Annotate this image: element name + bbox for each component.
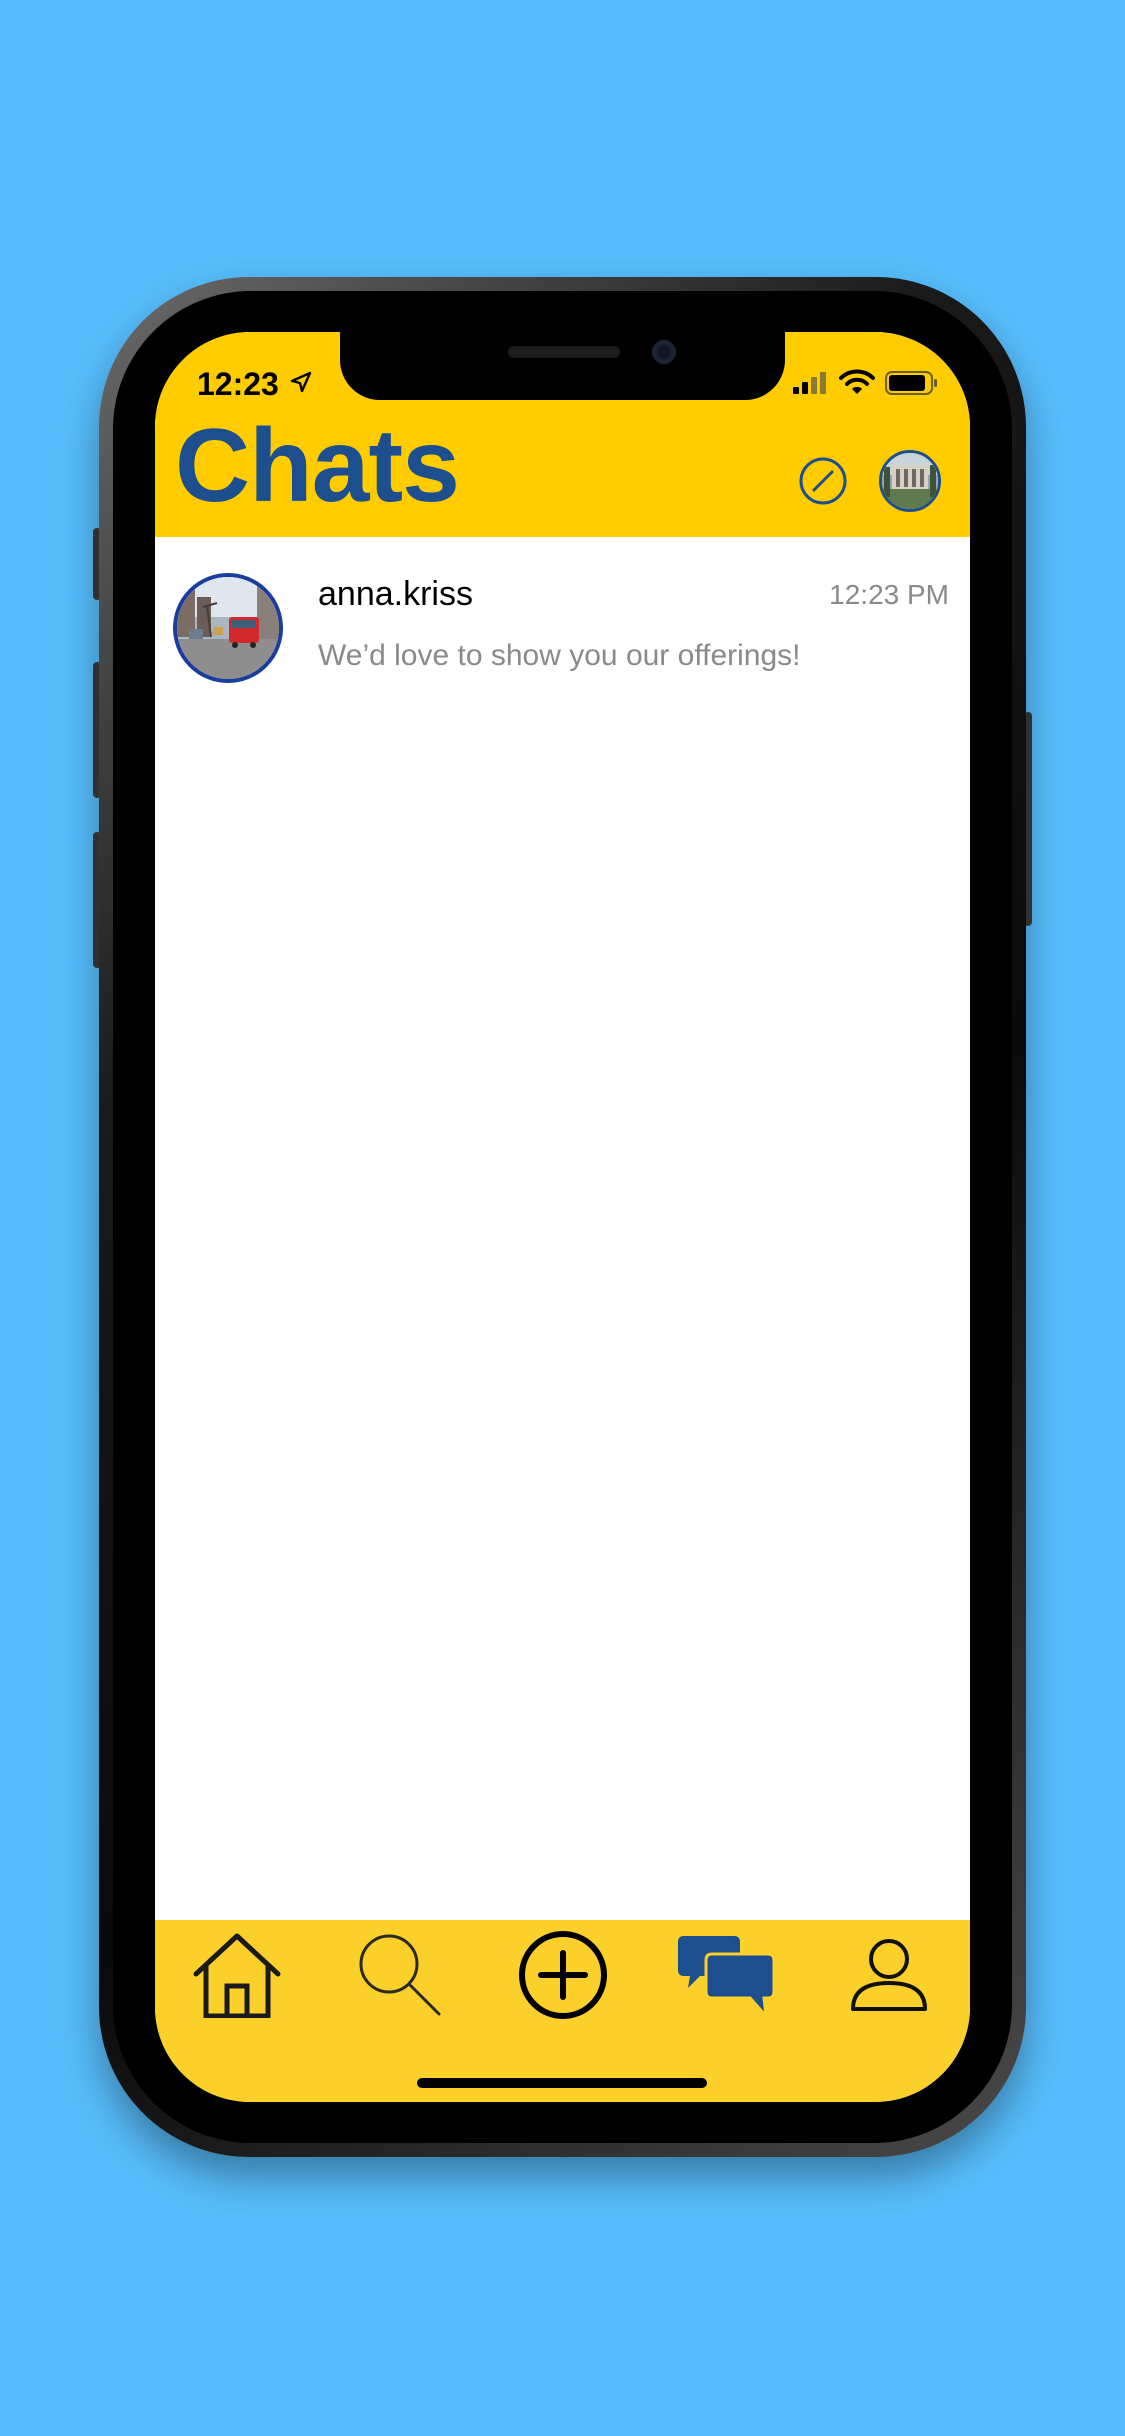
chat-preview: We’d love to show you our offerings! bbox=[318, 639, 801, 672]
tab-chats[interactable] bbox=[644, 1920, 807, 2030]
page-title: Chats bbox=[175, 408, 460, 524]
tab-search[interactable] bbox=[318, 1920, 481, 2030]
home-icon bbox=[193, 1933, 280, 2018]
status-time: 12:23 bbox=[197, 366, 279, 402]
chat-avatar bbox=[173, 573, 283, 683]
profile-photo bbox=[882, 453, 938, 509]
chats-icon bbox=[677, 1936, 775, 2018]
chat-name: anna.kriss bbox=[318, 575, 473, 613]
tab-home[interactable] bbox=[155, 1920, 318, 2030]
chat-timestamp: 12:23 PM bbox=[829, 579, 949, 610]
battery-icon bbox=[885, 371, 937, 395]
chat-list-item[interactable]: anna.kriss 12:23 PM We’d love to show yo… bbox=[155, 537, 970, 687]
home-indicator[interactable] bbox=[417, 2078, 707, 2088]
profile-icon bbox=[850, 1939, 927, 2011]
signal-icon bbox=[793, 372, 826, 394]
tab-profile[interactable] bbox=[807, 1920, 970, 2030]
tab-add[interactable] bbox=[481, 1920, 644, 2030]
notch bbox=[340, 332, 785, 400]
search-icon bbox=[359, 1934, 440, 2016]
compose-button[interactable] bbox=[798, 456, 848, 506]
add-icon bbox=[518, 1931, 607, 2019]
location-arrow-icon bbox=[290, 371, 312, 393]
tab-bar bbox=[155, 1920, 970, 2102]
speaker-grille bbox=[508, 346, 620, 358]
screen: 12:23 Chats anna.kriss 12:23 PM We’d lov… bbox=[155, 332, 970, 2102]
wifi-icon bbox=[839, 369, 875, 394]
front-camera bbox=[652, 340, 676, 364]
profile-avatar[interactable] bbox=[879, 450, 941, 512]
chat-avatar-photo bbox=[177, 577, 279, 679]
